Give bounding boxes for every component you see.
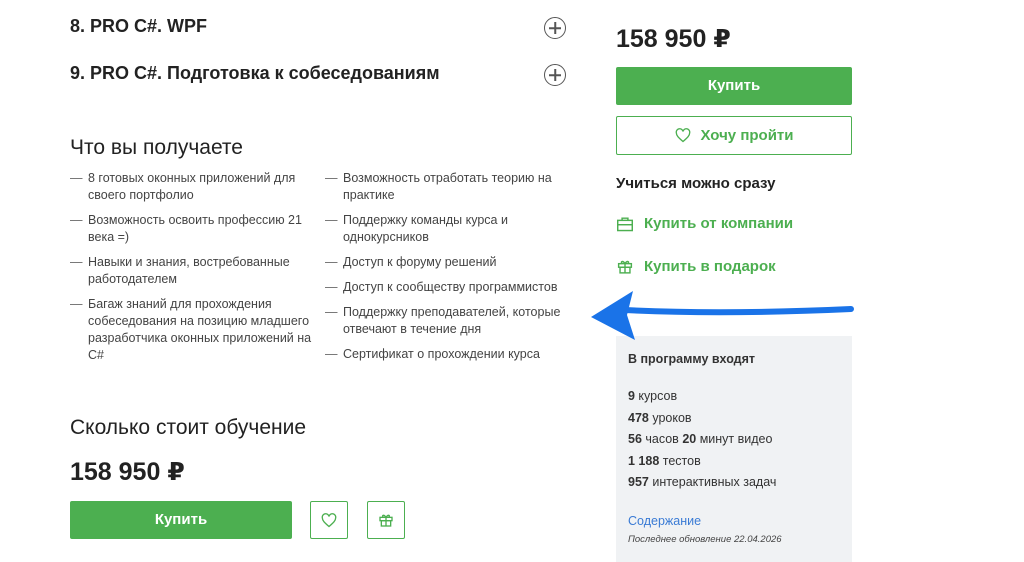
benefit-item: Возможность освоить профессию 21 века =) — [70, 212, 315, 246]
gift-label: Купить в подарок — [644, 258, 776, 275]
benefits-title: Что вы получаете — [70, 136, 243, 159]
expand-plus-icon[interactable] — [544, 17, 566, 39]
program-stat: 957 интерактивных задач — [628, 475, 777, 489]
buy-from-company-link[interactable]: Купить от компании — [616, 215, 793, 232]
module-9-title[interactable]: 9. PRO C#. Подготовка к собеседованиям — [70, 63, 440, 84]
buy-as-gift-link[interactable]: Купить в подарок — [616, 258, 776, 275]
study-now-text: Учиться можно сразу — [616, 175, 776, 192]
expand-plus-icon[interactable] — [544, 64, 566, 86]
program-stat: 1 188 тестов — [628, 453, 701, 468]
sidebar-buy-button[interactable]: Купить — [616, 67, 852, 105]
sidebar-price: 158 950 ₽ — [616, 25, 731, 53]
benefit-item: Сертификат о прохождении курса — [325, 346, 570, 363]
program-stat: 56 часов 20 минут видео — [628, 432, 773, 446]
wishlist-button[interactable] — [310, 501, 348, 539]
last-updated: Последнее обновление 22.04.2026 — [628, 533, 782, 545]
gift-button[interactable] — [367, 501, 405, 539]
briefcase-icon — [617, 216, 633, 231]
wish-button[interactable]: Хочу пройти — [616, 116, 852, 155]
benefits-right-list: Возможность отработать теорию на практик… — [325, 170, 570, 371]
company-label: Купить от компании — [644, 215, 794, 232]
buy-button[interactable]: Купить — [70, 501, 292, 539]
benefit-item: 8 готовых оконных приложений для своего … — [70, 170, 315, 204]
gift-icon — [379, 514, 393, 527]
benefits-left-list: 8 готовых оконных приложений для своего … — [70, 170, 315, 372]
program-stat: 9 курсов — [628, 389, 678, 403]
heart-icon — [321, 512, 337, 527]
program-stat: 478 уроков — [628, 410, 692, 425]
wish-label: Хочу пройти — [700, 127, 794, 144]
gift-icon — [617, 260, 633, 274]
pricing-title: Сколько стоит обучение — [70, 416, 307, 439]
benefit-item: Багаж знаний для прохождения собеседован… — [70, 296, 315, 364]
benefit-item: Доступ к сообществу программистов — [325, 279, 570, 296]
program-info-box: В программу входят 9 курсов 478 уроков 5… — [616, 336, 852, 562]
benefit-item: Поддержку команды курса и однокурсников — [325, 212, 570, 246]
benefit-item: Поддержку преподавателей, которые отвеча… — [325, 304, 570, 338]
program-title: В программу входят — [628, 352, 756, 366]
benefit-item: Возможность отработать теорию на практик… — [325, 170, 570, 204]
heart-icon — [675, 128, 690, 143]
benefit-item: Доступ к форуму решений — [325, 254, 570, 271]
price: 158 950 ₽ — [70, 458, 185, 486]
benefit-item: Навыки и знания, востребованные работода… — [70, 254, 315, 288]
contents-link[interactable]: Содержание — [628, 514, 840, 528]
arrow-left-icon — [591, 291, 854, 340]
module-8-title[interactable]: 8. PRO C#. WPF — [70, 16, 207, 37]
